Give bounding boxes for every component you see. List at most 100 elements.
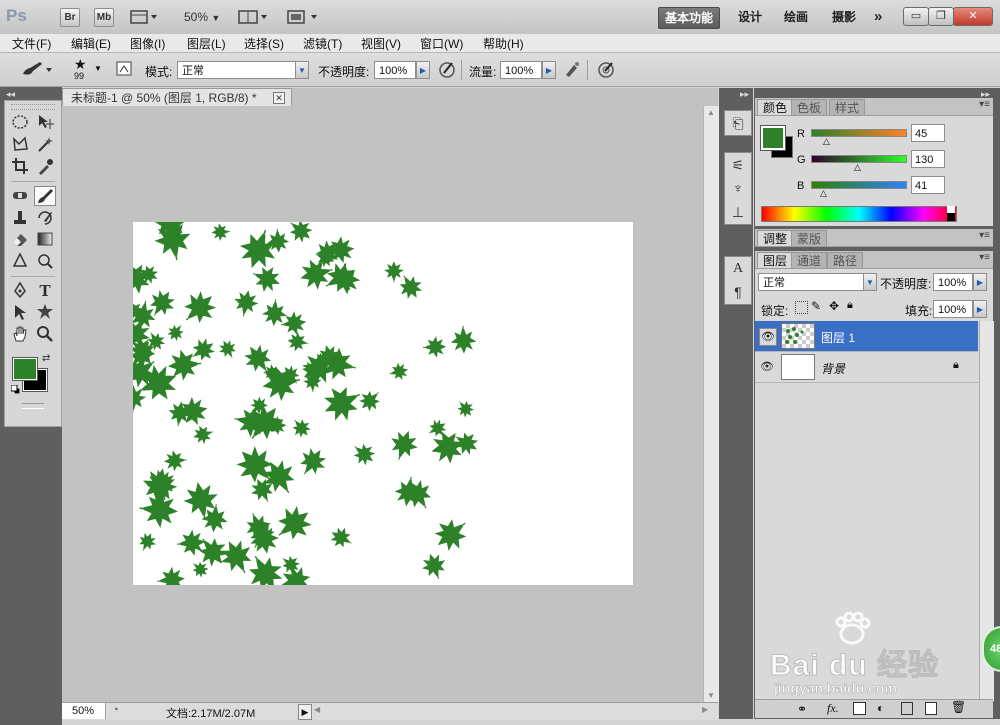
add-mask-icon[interactable]: [853, 702, 866, 715]
tab-channels[interactable]: 通道: [791, 252, 828, 268]
healing-brush-tool[interactable]: [9, 186, 31, 206]
menu-edit[interactable]: 编辑(E): [71, 35, 111, 52]
paragraph-panel-button[interactable]: ¶: [724, 280, 752, 305]
brush-size-picker[interactable]: ★ 99 ▼: [66, 56, 104, 83]
layer-style-fx-icon[interactable]: fx.: [827, 701, 839, 716]
layer-row-layer1[interactable]: 👁︎ 图层 1: [755, 321, 978, 352]
blue-value-input[interactable]: 41: [911, 176, 945, 194]
document-canvas[interactable]: [133, 222, 633, 585]
scroll-left-icon[interactable]: ◀: [314, 705, 320, 714]
opacity-input[interactable]: 100%: [374, 61, 416, 79]
layer-name[interactable]: 背景: [821, 360, 845, 377]
brush-presets-button[interactable]: ⚟: [724, 152, 752, 177]
tool-preset-picker[interactable]: [20, 59, 54, 79]
menu-help[interactable]: 帮助(H): [483, 35, 524, 52]
foreground-color-chip[interactable]: [760, 125, 786, 151]
panel-menu-icon[interactable]: ▾≡: [979, 230, 990, 241]
more-workspaces-button[interactable]: »: [868, 7, 888, 27]
tab-masks[interactable]: 蒙版: [791, 230, 828, 246]
visibility-eye-icon[interactable]: 👁︎: [759, 359, 775, 375]
menu-file[interactable]: 文件(F): [12, 35, 51, 52]
marquee-tool[interactable]: [9, 113, 31, 133]
screen-mode-button[interactable]: [286, 9, 320, 25]
type-tool[interactable]: T: [34, 281, 56, 301]
mini-bridge-button[interactable]: Mb: [94, 8, 114, 27]
airbrush-button[interactable]: [562, 59, 582, 79]
quick-selection-tool[interactable]: [34, 135, 56, 155]
move-tool[interactable]: [34, 113, 56, 133]
red-value-input[interactable]: 45: [911, 124, 945, 142]
history-brush-tool[interactable]: [34, 208, 56, 228]
new-group-icon[interactable]: [901, 702, 913, 715]
status-menu-arrow-icon[interactable]: ▶: [298, 704, 312, 720]
zoom-tool[interactable]: [34, 325, 56, 345]
layer-opacity-input[interactable]: 100%: [933, 273, 973, 291]
quick-mask-button[interactable]: [22, 403, 44, 409]
close-button[interactable]: ✕: [953, 7, 993, 26]
white-swatch[interactable]: [947, 206, 955, 213]
flow-input[interactable]: 100%: [500, 61, 542, 79]
layer-opacity-slider-button[interactable]: ▶: [973, 273, 987, 291]
clone-source-button[interactable]: ⊥: [724, 200, 752, 225]
default-colors-icon[interactable]: [10, 383, 21, 395]
lock-transparency-icon[interactable]: [795, 301, 808, 314]
visibility-eye-icon[interactable]: 👁︎: [759, 328, 777, 346]
layer-blend-dropdown-arrow[interactable]: ▼: [863, 273, 877, 291]
link-layers-icon[interactable]: ⚭: [797, 702, 807, 716]
minimize-button[interactable]: ▭: [903, 7, 929, 26]
menu-layer[interactable]: 图层(L): [187, 35, 226, 52]
eraser-tool[interactable]: [9, 230, 31, 250]
arrange-documents-button[interactable]: [238, 9, 270, 25]
workspace-design[interactable]: 设计: [732, 7, 768, 27]
hand-tool[interactable]: [9, 325, 31, 345]
tab-color[interactable]: 颜色: [757, 99, 794, 115]
collapse-icon[interactable]: ◂◂: [6, 89, 15, 100]
blend-mode-select[interactable]: 正常: [177, 61, 297, 79]
color-spectrum-bar[interactable]: [761, 206, 957, 222]
zoom-field[interactable]: 50%: [62, 703, 106, 719]
swap-colors-icon[interactable]: ⇄: [42, 353, 50, 364]
blur-tool[interactable]: [9, 252, 31, 272]
custom-shape-tool[interactable]: [34, 303, 56, 323]
layer-name[interactable]: 图层 1: [821, 329, 855, 346]
history-panel-button[interactable]: ⎗: [724, 110, 752, 136]
adjustment-layer-icon[interactable]: ◐: [877, 701, 884, 715]
brush-panel-button[interactable]: ♆: [724, 176, 752, 200]
eyedropper-tool[interactable]: [34, 157, 56, 177]
lasso-tool[interactable]: [9, 135, 31, 155]
tab-swatches[interactable]: 色板: [791, 99, 828, 115]
zoom-level-dropdown[interactable]: 50% ▼: [184, 10, 220, 24]
bridge-button[interactable]: Br: [60, 8, 80, 27]
clone-stamp-tool[interactable]: [9, 208, 31, 228]
black-swatch[interactable]: [947, 213, 955, 221]
green-value-input[interactable]: 130: [911, 150, 945, 168]
slider-thumb-icon[interactable]: △: [820, 188, 827, 199]
new-layer-icon[interactable]: [925, 702, 937, 715]
character-panel-button[interactable]: A: [724, 256, 752, 281]
layer-blend-mode-select[interactable]: 正常: [758, 273, 866, 291]
menu-view[interactable]: 视图(V): [361, 35, 401, 52]
restore-button[interactable]: ❐: [928, 7, 954, 26]
view-extras-button[interactable]: [130, 9, 158, 25]
workspace-painting[interactable]: 绘画: [778, 7, 814, 27]
menu-image[interactable]: 图像(I): [130, 35, 165, 52]
lock-pixels-brush-icon[interactable]: ✎: [811, 299, 821, 313]
flow-slider-button[interactable]: ▶: [542, 61, 556, 79]
opacity-slider-button[interactable]: ▶: [416, 61, 430, 79]
menu-filter[interactable]: 滤镜(T): [303, 35, 342, 52]
crop-tool[interactable]: [9, 157, 31, 177]
fill-input[interactable]: 100%: [933, 300, 973, 318]
panel-menu-icon[interactable]: ▾≡: [979, 252, 990, 263]
menu-window[interactable]: 窗口(W): [420, 35, 463, 52]
delete-layer-icon[interactable]: 🗑︎: [951, 700, 966, 714]
panel-menu-icon[interactable]: ▾≡: [979, 99, 990, 110]
slider-thumb-icon[interactable]: △: [823, 136, 830, 147]
tab-paths[interactable]: 路径: [827, 252, 864, 268]
lock-position-move-icon[interactable]: ✥: [829, 299, 839, 313]
layer-row-background[interactable]: 👁︎ 背景 🔒︎: [755, 352, 978, 383]
tablet-pressure-size-button[interactable]: [596, 59, 616, 79]
workspace-essentials[interactable]: 基本功能: [658, 7, 721, 29]
tab-adjustments[interactable]: 调整: [757, 230, 794, 246]
pen-tool[interactable]: [9, 281, 31, 301]
scroll-down-icon[interactable]: ▼: [707, 691, 715, 700]
